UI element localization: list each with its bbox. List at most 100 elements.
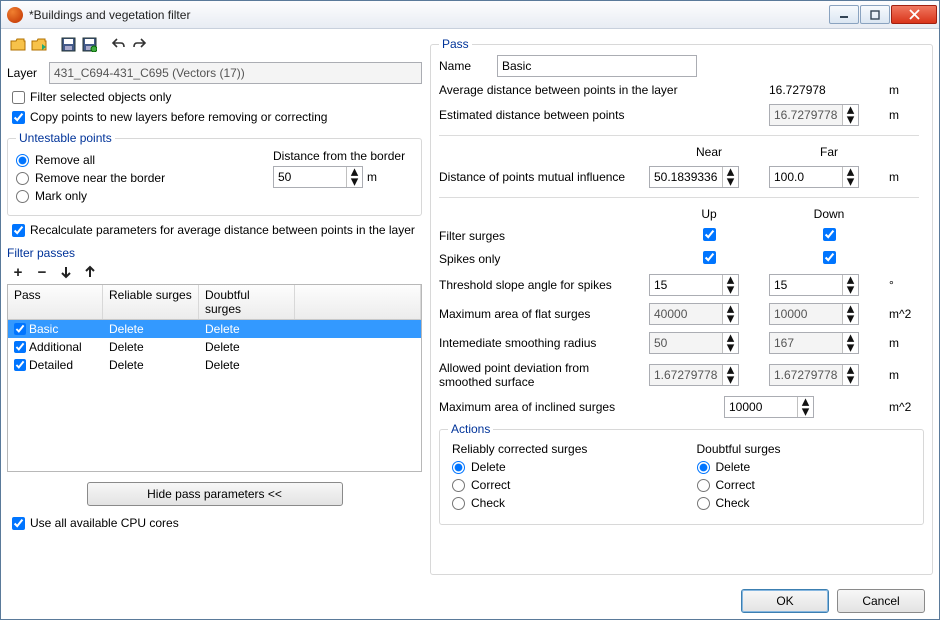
hide-pass-params-button[interactable]: Hide pass parameters << bbox=[87, 482, 343, 506]
max-incl-spinner[interactable]: ▴▾ bbox=[724, 396, 814, 418]
pass-row-reliable: Delete bbox=[103, 339, 199, 355]
open-recent-icon[interactable] bbox=[30, 35, 48, 53]
filter-passes-label: Filter passes bbox=[7, 246, 422, 260]
dbt-check-radio[interactable] bbox=[697, 497, 710, 510]
est-dist-spinner[interactable]: ▴▾ bbox=[769, 104, 859, 126]
filter-selected-checkbox[interactable] bbox=[12, 91, 25, 104]
up-header: Up bbox=[649, 207, 769, 221]
filter-selected-label: Filter selected objects only bbox=[30, 90, 171, 104]
filter-surges-down-checkbox[interactable] bbox=[823, 228, 836, 241]
spin-down-icon[interactable]: ▾ bbox=[347, 177, 362, 187]
move-up-button[interactable] bbox=[81, 263, 99, 281]
use-cpu-checkbox[interactable] bbox=[12, 517, 25, 530]
pass-row-doubtful: Delete bbox=[199, 321, 295, 337]
dbt-delete-radio[interactable] bbox=[697, 461, 710, 474]
max-flat-down-spinner[interactable]: ▴▾ bbox=[769, 303, 859, 325]
undo-icon[interactable] bbox=[109, 35, 127, 53]
spikes-up-checkbox[interactable] bbox=[703, 251, 716, 264]
dist-far-spinner[interactable]: ▴▾ bbox=[769, 166, 859, 188]
max-flat-up-spinner[interactable]: ▴▾ bbox=[649, 303, 739, 325]
filter-surges-label: Filter surges bbox=[439, 229, 649, 243]
passes-toolbar: + − bbox=[7, 260, 422, 284]
pass-row-checkbox[interactable] bbox=[14, 359, 26, 371]
avg-dist-value: 16.727978 bbox=[769, 83, 889, 97]
close-button[interactable] bbox=[891, 5, 937, 24]
threshold-up-spinner[interactable]: ▴▾ bbox=[649, 274, 739, 296]
remove-all-radio[interactable] bbox=[16, 154, 29, 167]
spikes-only-label: Spikes only bbox=[439, 252, 649, 266]
save-as-icon[interactable] bbox=[80, 35, 98, 53]
dev-up-spinner[interactable]: ▴▾ bbox=[649, 364, 739, 386]
remove-near-label: Remove near the border bbox=[35, 171, 165, 185]
redo-icon[interactable] bbox=[130, 35, 148, 53]
add-pass-button[interactable]: + bbox=[9, 263, 27, 281]
table-row[interactable]: Detailed DeleteDelete bbox=[8, 356, 421, 374]
copy-points-checkbox[interactable] bbox=[12, 111, 25, 124]
avg-dist-label: Average distance between points in the l… bbox=[439, 83, 769, 97]
pass-name-input[interactable] bbox=[497, 55, 697, 77]
rel-correct-radio[interactable] bbox=[452, 479, 465, 492]
dbt-correct-radio[interactable] bbox=[697, 479, 710, 492]
pass-row-checkbox[interactable] bbox=[14, 323, 26, 335]
save-icon[interactable] bbox=[59, 35, 77, 53]
minimize-button[interactable] bbox=[829, 5, 859, 24]
near-header: Near bbox=[649, 145, 769, 159]
dist-border-input[interactable] bbox=[274, 167, 346, 187]
pass-row-name: Additional bbox=[29, 340, 82, 354]
spikes-down-checkbox[interactable] bbox=[823, 251, 836, 264]
layer-label: Layer bbox=[7, 66, 43, 80]
untestable-group: Untestable points Remove all Remove near… bbox=[7, 131, 422, 216]
threshold-down-spinner[interactable]: ▴▾ bbox=[769, 274, 859, 296]
app-icon bbox=[7, 7, 23, 23]
open-icon[interactable] bbox=[9, 35, 27, 53]
pass-row-checkbox[interactable] bbox=[14, 341, 26, 353]
rel-check-radio[interactable] bbox=[452, 497, 465, 510]
far-header: Far bbox=[769, 145, 889, 159]
dev-down-spinner[interactable]: ▴▾ bbox=[769, 364, 859, 386]
est-dist-input bbox=[770, 105, 842, 125]
smooth-up-spinner[interactable]: ▴▾ bbox=[649, 332, 739, 354]
recalc-checkbox[interactable] bbox=[12, 224, 25, 237]
rel-delete-radio[interactable] bbox=[452, 461, 465, 474]
dist-near-spinner[interactable]: ▴▾ bbox=[649, 166, 739, 188]
pass-row-doubtful: Delete bbox=[199, 339, 295, 355]
dialog-window: *Buildings and vegetation filter Layer bbox=[0, 0, 940, 620]
dist-border-label: Distance from the border bbox=[273, 149, 413, 163]
col-pass[interactable]: Pass bbox=[8, 285, 103, 319]
titlebar[interactable]: *Buildings and vegetation filter bbox=[1, 1, 939, 29]
table-row[interactable]: BasicDeleteDelete bbox=[8, 320, 421, 338]
pass-row-reliable: Delete bbox=[103, 357, 199, 373]
maximize-button[interactable] bbox=[860, 5, 890, 24]
pass-legend: Pass bbox=[439, 37, 472, 51]
dist-border-unit: m bbox=[367, 170, 377, 184]
table-row[interactable]: Additional DeleteDelete bbox=[8, 338, 421, 356]
move-down-button[interactable] bbox=[57, 263, 75, 281]
col-doubtful[interactable]: Doubtful surges bbox=[199, 285, 295, 319]
remove-pass-button[interactable]: − bbox=[33, 263, 51, 281]
ok-button[interactable]: OK bbox=[741, 589, 829, 613]
dist-border-spinner[interactable]: ▴▾ bbox=[273, 166, 363, 188]
cancel-button[interactable]: Cancel bbox=[837, 589, 925, 613]
use-cpu-label: Use all available CPU cores bbox=[30, 516, 179, 530]
dialog-footer: OK Cancel bbox=[430, 579, 933, 613]
recalc-label: Recalculate parameters for average dista… bbox=[30, 223, 415, 237]
actions-legend: Actions bbox=[448, 422, 493, 436]
passes-table[interactable]: Pass Reliable surges Doubtful surges Bas… bbox=[7, 284, 422, 472]
pass-row-name: Detailed bbox=[29, 358, 73, 372]
allowed-dev-label: Allowed point deviation from smoothed su… bbox=[439, 361, 649, 389]
window-title: *Buildings and vegetation filter bbox=[29, 8, 828, 22]
doubtful-header: Doubtful surges bbox=[697, 442, 912, 456]
mark-only-radio[interactable] bbox=[16, 190, 29, 203]
passes-table-header: Pass Reliable surges Doubtful surges bbox=[8, 285, 421, 320]
pass-group: Pass Name Average distance between point… bbox=[430, 37, 933, 575]
pass-row-doubtful: Delete bbox=[199, 357, 295, 373]
smooth-label: Intemediate smoothing radius bbox=[439, 336, 649, 350]
smooth-down-spinner[interactable]: ▴▾ bbox=[769, 332, 859, 354]
untestable-legend: Untestable points bbox=[16, 131, 115, 145]
filter-surges-up-checkbox[interactable] bbox=[703, 228, 716, 241]
remove-all-label: Remove all bbox=[35, 153, 95, 167]
remove-near-radio[interactable] bbox=[16, 172, 29, 185]
threshold-label: Threshold slope angle for spikes bbox=[439, 278, 649, 292]
pass-name-label: Name bbox=[439, 59, 487, 73]
col-reliable[interactable]: Reliable surges bbox=[103, 285, 199, 319]
